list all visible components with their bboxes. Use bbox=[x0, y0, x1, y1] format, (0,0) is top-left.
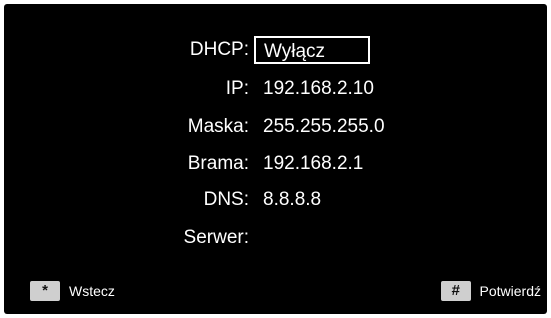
dhcp-row: DHCP: Wyłącz bbox=[4, 35, 547, 65]
device-screen: DHCP: Wyłącz IP: 192.168.2.10 Maska: 255… bbox=[0, 0, 551, 318]
asterisk-key-icon: * bbox=[30, 281, 60, 301]
dns-value[interactable]: 8.8.8.8 bbox=[263, 185, 321, 215]
back-button[interactable]: * Wstecz bbox=[30, 281, 115, 301]
ip-label: IP: bbox=[225, 78, 249, 99]
hash-key-icon: # bbox=[440, 281, 471, 301]
back-label: Wstecz bbox=[69, 283, 115, 299]
mask-row: Maska: 255.255.255.0 bbox=[4, 112, 547, 142]
ip-value[interactable]: 192.168.2.10 bbox=[263, 74, 374, 104]
confirm-label: Potwierdź bbox=[479, 283, 541, 299]
gateway-label: Brama: bbox=[187, 153, 249, 174]
dhcp-value-selected[interactable]: Wyłącz bbox=[254, 36, 370, 64]
dhcp-label: DHCP: bbox=[189, 39, 249, 60]
dns-row: DNS: 8.8.8.8 bbox=[4, 185, 547, 215]
ip-row: IP: 192.168.2.10 bbox=[4, 74, 547, 104]
dns-label: DNS: bbox=[203, 189, 249, 210]
gateway-value[interactable]: 192.168.2.1 bbox=[263, 149, 363, 179]
confirm-button[interactable]: # Potwierdź bbox=[440, 281, 541, 301]
gateway-row: Brama: 192.168.2.1 bbox=[4, 149, 547, 179]
network-settings-panel: DHCP: Wyłącz IP: 192.168.2.10 Maska: 255… bbox=[4, 4, 547, 314]
server-label: Serwer: bbox=[183, 227, 249, 248]
mask-value[interactable]: 255.255.255.0 bbox=[263, 112, 385, 142]
mask-label: Maska: bbox=[187, 116, 249, 137]
server-row: Serwer: bbox=[4, 223, 547, 253]
